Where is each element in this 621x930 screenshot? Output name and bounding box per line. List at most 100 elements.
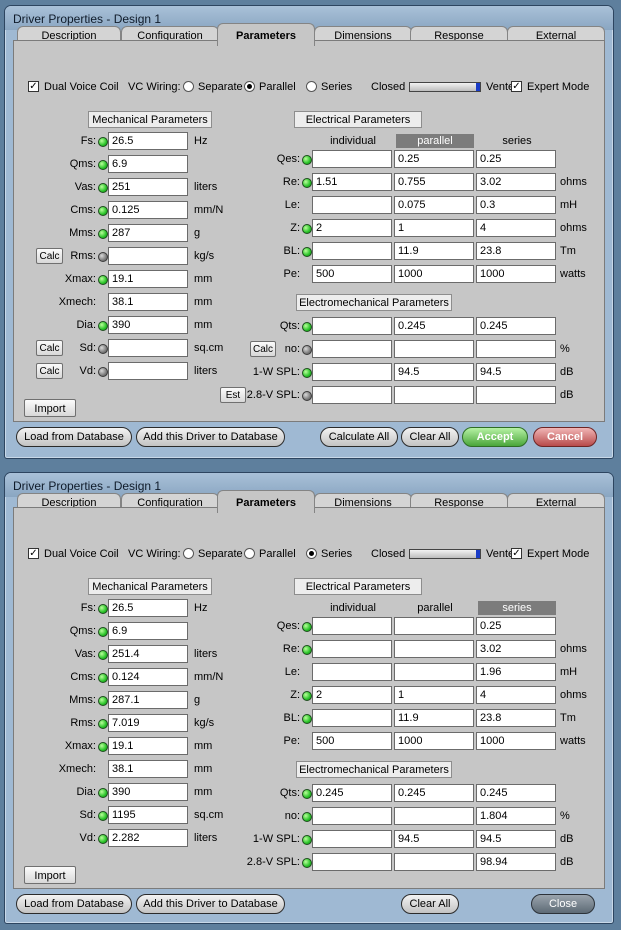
mech-value-input[interactable]: 38.1 xyxy=(108,760,188,778)
em-value-individual-input[interactable] xyxy=(312,807,392,825)
em-value-parallel-input[interactable]: 94.5 xyxy=(394,830,474,848)
vc-wiring-separate-radio[interactable] xyxy=(183,548,194,559)
elec-value-parallel-input[interactable]: 1 xyxy=(394,219,474,237)
em-value-individual-input[interactable] xyxy=(312,363,392,381)
elec-value-parallel-input[interactable]: 0.755 xyxy=(394,173,474,191)
mech-value-input[interactable]: 251.4 xyxy=(108,645,188,663)
slider-thumb[interactable] xyxy=(476,550,480,558)
em-value-parallel-input[interactable] xyxy=(394,853,474,871)
em-value-individual-input[interactable] xyxy=(312,340,392,358)
em-value-series-input[interactable]: 98.94 xyxy=(476,853,556,871)
expert-mode-checkbox[interactable]: ✓ xyxy=(511,81,522,92)
mech-value-input[interactable]: 6.9 xyxy=(108,155,188,173)
elec-value-series-input[interactable]: 4 xyxy=(476,686,556,704)
dual-voice-coil-checkbox[interactable]: ✓ xyxy=(28,548,39,559)
load-from-database-button[interactable]: Load from Database xyxy=(16,894,132,914)
elec-value-parallel-input[interactable] xyxy=(394,663,474,681)
em-value-series-input[interactable]: 94.5 xyxy=(476,363,556,381)
mech-value-input[interactable]: 6.9 xyxy=(108,622,188,640)
em-value-series-input[interactable]: 94.5 xyxy=(476,830,556,848)
em-value-parallel-input[interactable]: 94.5 xyxy=(394,363,474,381)
em-value-series-input[interactable] xyxy=(476,340,556,358)
accept-button[interactable]: Accept xyxy=(462,427,528,447)
mech-value-input[interactable]: 26.5 xyxy=(108,599,188,617)
elec-value-series-input[interactable]: 0.25 xyxy=(476,150,556,168)
mech-value-input[interactable]: 287.1 xyxy=(108,691,188,709)
cancel-button[interactable]: Cancel xyxy=(533,427,597,447)
elec-value-series-input[interactable]: 3.02 xyxy=(476,173,556,191)
elec-value-individual-input[interactable]: 500 xyxy=(312,265,392,283)
elec-value-individual-input[interactable] xyxy=(312,150,392,168)
em-value-parallel-input[interactable]: 0.245 xyxy=(394,317,474,335)
elec-value-individual-input[interactable]: 2 xyxy=(312,686,392,704)
close-button[interactable]: Close xyxy=(531,894,595,914)
elec-value-individual-input[interactable] xyxy=(312,617,392,635)
em-value-individual-input[interactable] xyxy=(312,386,392,404)
load-from-database-button[interactable]: Load from Database xyxy=(16,427,132,447)
import-button[interactable]: Import xyxy=(24,399,76,417)
elec-value-parallel-input[interactable]: 1000 xyxy=(394,265,474,283)
em-value-parallel-input[interactable] xyxy=(394,807,474,825)
elec-value-parallel-input[interactable]: 11.9 xyxy=(394,709,474,727)
mech-value-input[interactable]: 26.5 xyxy=(108,132,188,150)
elec-value-individual-input[interactable]: 1.51 xyxy=(312,173,392,191)
em-value-individual-input[interactable] xyxy=(312,317,392,335)
em-value-individual-input[interactable] xyxy=(312,853,392,871)
elec-value-individual-input[interactable] xyxy=(312,196,392,214)
import-button[interactable]: Import xyxy=(24,866,76,884)
elec-value-parallel-input[interactable]: 0.25 xyxy=(394,150,474,168)
em-value-series-input[interactable]: 0.245 xyxy=(476,317,556,335)
mech-value-input[interactable] xyxy=(108,339,188,357)
em-value-parallel-input[interactable] xyxy=(394,386,474,404)
elec-value-individual-input[interactable] xyxy=(312,663,392,681)
elec-value-series-input[interactable]: 1.96 xyxy=(476,663,556,681)
elec-value-series-input[interactable]: 23.8 xyxy=(476,709,556,727)
elec-value-parallel-input[interactable]: 1000 xyxy=(394,732,474,750)
elec-value-parallel-input[interactable]: 0.075 xyxy=(394,196,474,214)
mech-value-input[interactable]: 1195 xyxy=(108,806,188,824)
clear-all-button[interactable]: Clear All xyxy=(401,894,459,914)
add-driver-to-database-button[interactable]: Add this Driver to Database xyxy=(136,427,285,447)
add-driver-to-database-button[interactable]: Add this Driver to Database xyxy=(136,894,285,914)
vc-wiring-series-radio[interactable] xyxy=(306,81,317,92)
vc-wiring-parallel-radio[interactable] xyxy=(244,81,255,92)
mech-value-input[interactable]: 7.019 xyxy=(108,714,188,732)
elec-value-individual-input[interactable] xyxy=(312,640,392,658)
elec-value-series-input[interactable]: 4 xyxy=(476,219,556,237)
vc-wiring-series-radio[interactable] xyxy=(306,548,317,559)
mech-value-input[interactable]: 0.124 xyxy=(108,668,188,686)
em-value-individual-input[interactable]: 0.245 xyxy=(312,784,392,802)
em-value-series-input[interactable]: 0.245 xyxy=(476,784,556,802)
clear-all-button[interactable]: Clear All xyxy=(401,427,459,447)
tab-parameters[interactable]: Parameters xyxy=(217,490,315,513)
mech-value-input[interactable]: 0.125 xyxy=(108,201,188,219)
expert-mode-checkbox[interactable]: ✓ xyxy=(511,548,522,559)
calculate-all-button[interactable]: Calculate All xyxy=(320,427,398,447)
mech-value-input[interactable]: 251 xyxy=(108,178,188,196)
em-value-series-input[interactable] xyxy=(476,386,556,404)
mech-value-input[interactable]: 38.1 xyxy=(108,293,188,311)
elec-value-series-input[interactable]: 1000 xyxy=(476,732,556,750)
elec-value-series-input[interactable]: 0.3 xyxy=(476,196,556,214)
em-value-parallel-input[interactable] xyxy=(394,340,474,358)
elec-value-parallel-input[interactable]: 11.9 xyxy=(394,242,474,260)
elec-value-parallel-input[interactable] xyxy=(394,617,474,635)
vc-wiring-separate-radio[interactable] xyxy=(183,81,194,92)
elec-value-individual-input[interactable]: 2 xyxy=(312,219,392,237)
elec-value-series-input[interactable]: 23.8 xyxy=(476,242,556,260)
mech-value-input[interactable]: 390 xyxy=(108,783,188,801)
elec-value-individual-input[interactable]: 500 xyxy=(312,732,392,750)
elec-value-series-input[interactable]: 3.02 xyxy=(476,640,556,658)
vc-wiring-parallel-radio[interactable] xyxy=(244,548,255,559)
mech-value-input[interactable]: 19.1 xyxy=(108,737,188,755)
tab-parameters[interactable]: Parameters xyxy=(217,23,315,46)
mech-value-input[interactable]: 19.1 xyxy=(108,270,188,288)
mech-value-input[interactable] xyxy=(108,247,188,265)
mech-value-input[interactable] xyxy=(108,362,188,380)
mech-value-input[interactable]: 390 xyxy=(108,316,188,334)
em-value-series-input[interactable]: 1.804 xyxy=(476,807,556,825)
elec-value-series-input[interactable]: 1000 xyxy=(476,265,556,283)
mech-value-input[interactable]: 287 xyxy=(108,224,188,242)
em-value-individual-input[interactable] xyxy=(312,830,392,848)
closed-vented-slider[interactable] xyxy=(409,549,481,559)
